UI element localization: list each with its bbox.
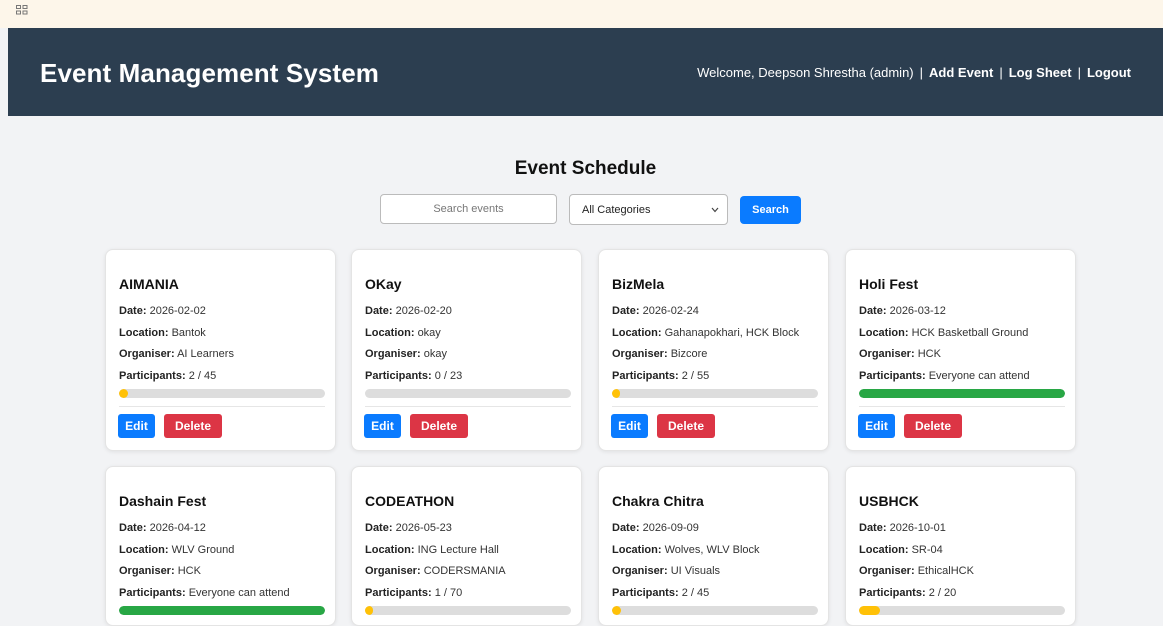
- search-input[interactable]: [380, 194, 557, 224]
- event-date: Date: 2026-09-09: [612, 522, 699, 534]
- progress-fill: [365, 606, 374, 615]
- card-divider: [365, 406, 571, 407]
- event-card: BizMela Date: 2026-02-24 Location: Gahanap…: [598, 249, 829, 451]
- edit-button[interactable]: Edit: [611, 414, 648, 438]
- event-participants: Participants: Everyone can attend: [859, 370, 1030, 382]
- event-name: USBHCK: [859, 493, 919, 509]
- edit-button[interactable]: Edit: [364, 414, 401, 438]
- participants-progress-bar: [119, 606, 325, 615]
- delete-button[interactable]: Delete: [410, 414, 468, 438]
- delete-button[interactable]: Delete: [164, 414, 222, 438]
- participants-progress-bar: [365, 389, 571, 398]
- edit-button[interactable]: Edit: [118, 414, 155, 438]
- participants-progress-bar: [365, 606, 571, 615]
- event-name: Chakra Chitra: [612, 493, 704, 509]
- participants-progress-bar: [119, 389, 325, 398]
- event-participants: Participants: 2 / 55: [612, 370, 710, 382]
- event-name: OKay: [365, 276, 402, 292]
- add-event-link[interactable]: Add Event: [929, 65, 993, 80]
- event-location: Location: Gahanapokhari, HCK Block: [612, 327, 800, 339]
- log-sheet-link[interactable]: Log Sheet: [1009, 65, 1072, 80]
- event-participants: Participants: Everyone can attend: [119, 587, 290, 599]
- event-organiser: Organiser: HCK: [119, 565, 201, 577]
- event-participants: Participants: 2 / 45: [119, 370, 217, 382]
- event-name: Holi Fest: [859, 276, 919, 292]
- event-organiser: Organiser: UI Visuals: [612, 565, 721, 577]
- participants-progress-bar: [859, 606, 1065, 615]
- delete-button[interactable]: Delete: [657, 414, 715, 438]
- category-select-value: All Categories: [582, 204, 651, 216]
- event-name: Dashain Fest: [119, 493, 207, 509]
- page-title: Event Schedule: [514, 158, 657, 179]
- event-card: USBHCK Date: 2026-10-01 Location: SR-04 Org…: [845, 466, 1076, 626]
- grid-icon: [16, 5, 28, 15]
- event-date: Date: 2026-02-02: [119, 305, 206, 317]
- event-date: Date: 2026-05-23: [365, 522, 452, 534]
- event-organiser: Organiser: EthicalHCK: [859, 565, 974, 577]
- progress-fill: [859, 606, 880, 615]
- brand-title: Event Management System: [40, 58, 379, 88]
- chevron-down-icon: [711, 207, 719, 213]
- logout-link[interactable]: Logout: [1087, 65, 1131, 80]
- event-card: Dashain Fest Date: 2026-04-12 Location: WL…: [105, 466, 336, 626]
- event-card: Chakra Chitra Date: 2026-09-09 Location: W…: [598, 466, 829, 626]
- event-location: Location: Bantok: [119, 327, 206, 339]
- browser-strip: [0, 0, 1163, 28]
- main-content: Event Schedule All Categories Search AIM…: [8, 116, 1163, 626]
- event-participants: Participants: 2 / 20: [859, 587, 957, 599]
- site-header: Event Management System Welcome, Deepson…: [8, 28, 1163, 116]
- progress-fill: [612, 606, 622, 615]
- event-name: AIMANIA: [119, 276, 179, 292]
- event-participants: Participants: 2 / 45: [612, 587, 710, 599]
- delete-button[interactable]: Delete: [904, 414, 962, 438]
- progress-fill: [119, 389, 129, 398]
- top-nav: Welcome, Deepson Shrestha (admin) | Add Ev…: [697, 65, 1131, 80]
- category-select[interactable]: All Categories: [569, 194, 728, 225]
- event-card: OKay Date: 2026-02-20 Location: okay Organi…: [351, 249, 582, 451]
- event-name: CODEATHON: [365, 493, 455, 509]
- progress-fill: [859, 389, 1065, 398]
- event-location: Location: WLV Ground: [119, 544, 235, 556]
- progress-fill: [612, 389, 621, 398]
- event-date: Date: 2026-02-20: [365, 305, 452, 317]
- event-organiser: Organiser: HCK: [859, 348, 941, 360]
- progress-fill: [119, 606, 325, 615]
- search-button[interactable]: Search: [740, 196, 801, 224]
- card-divider: [119, 406, 325, 407]
- event-date: Date: 2026-02-24: [612, 305, 699, 317]
- event-organiser: Organiser: okay: [365, 348, 447, 360]
- event-organiser: Organiser: CODERSMANIA: [365, 565, 506, 577]
- participants-progress-bar: [612, 606, 818, 615]
- edit-button[interactable]: Edit: [858, 414, 895, 438]
- event-date: Date: 2026-03-12: [859, 305, 946, 317]
- event-organiser: Organiser: AI Learners: [119, 348, 234, 360]
- event-participants: Participants: 0 / 23: [365, 370, 463, 382]
- event-name: BizMela: [612, 276, 665, 292]
- participants-progress-bar: [859, 389, 1065, 398]
- event-location: Location: ING Lecture Hall: [365, 544, 499, 556]
- card-divider: [859, 406, 1065, 407]
- participants-progress-bar: [612, 389, 818, 398]
- event-card: AIMANIA Date: 2026-02-02 Location: Bantok O…: [105, 249, 336, 451]
- event-participants: Participants: 1 / 70: [365, 587, 463, 599]
- event-date: Date: 2026-10-01: [859, 522, 946, 534]
- card-divider: [612, 406, 818, 407]
- event-card: CODEATHON Date: 2026-05-23 Location: ING L…: [351, 466, 582, 626]
- event-card: Holi Fest Date: 2026-03-12 Location: HCK B…: [845, 249, 1076, 451]
- event-organiser: Organiser: Bizcore: [612, 348, 708, 360]
- event-location: Location: Wolves, WLV Block: [612, 544, 760, 556]
- event-date: Date: 2026-04-12: [119, 522, 206, 534]
- event-location: Location: okay: [365, 327, 441, 339]
- event-location: Location: SR-04: [859, 544, 943, 556]
- welcome-text: Welcome, Deepson Shrestha (admin): [697, 65, 914, 80]
- event-location: Location: HCK Basketball Ground: [859, 327, 1029, 339]
